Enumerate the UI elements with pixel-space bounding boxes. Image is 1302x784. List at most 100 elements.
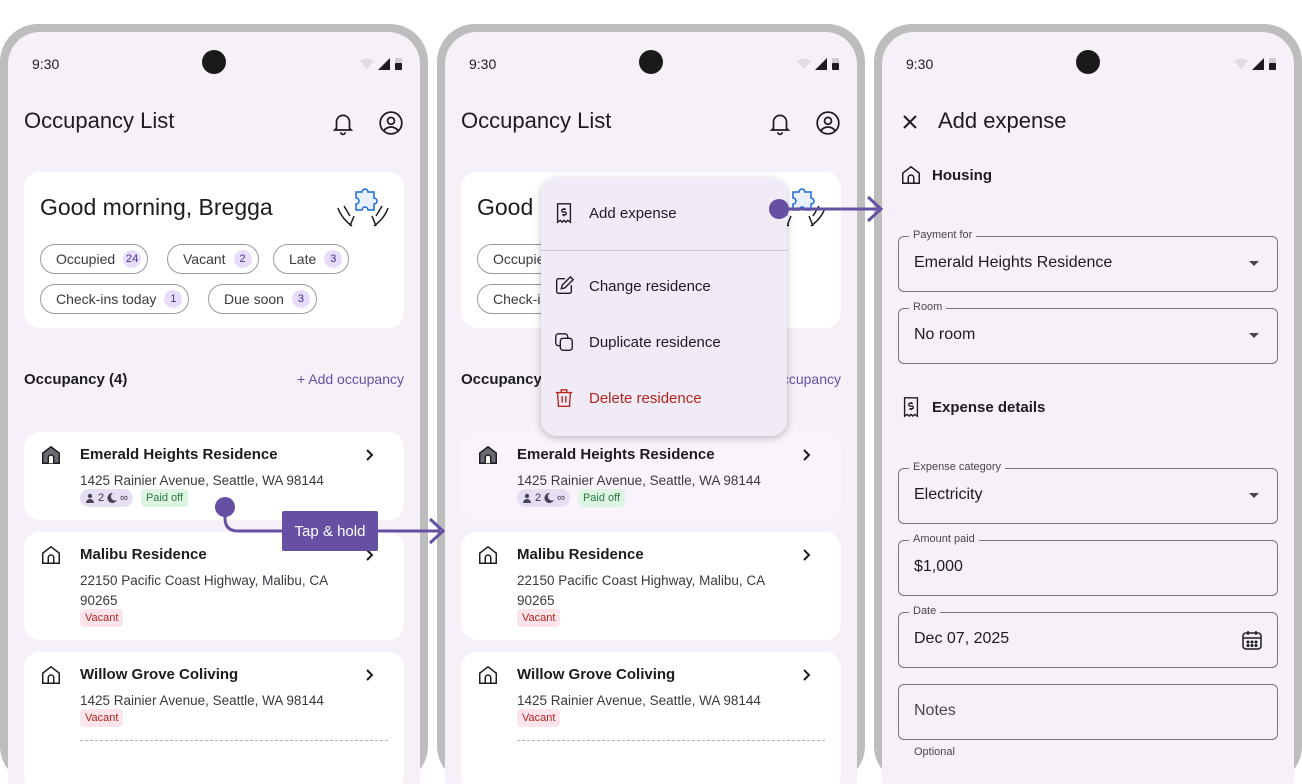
screen: 9:30 Occupancy List Good morning, Bregga… <box>8 32 420 784</box>
chip-label: Due soon <box>224 291 284 307</box>
house-icon <box>479 665 497 684</box>
status-badge: Vacant <box>80 709 124 727</box>
divider <box>517 740 825 741</box>
menu-item-duplicate-residence[interactable]: Duplicate residence <box>553 331 721 353</box>
residence-address: 1425 Rainier Avenue, Seattle, WA 98144 <box>517 473 761 488</box>
occupant-count: 2 <box>98 492 105 504</box>
chip-count: 3 <box>291 290 310 308</box>
residence-address: 22150 Pacific Coast Highway, Malibu, CA … <box>80 573 328 608</box>
chip-label: Occupied <box>56 251 116 267</box>
gesture-label: Tap & hold <box>282 511 378 551</box>
residence-name: Emerald Heights Residence <box>517 446 715 463</box>
calendar-icon[interactable] <box>1241 629 1263 651</box>
phone-context-menu: 9:30 Occupancy List Good morning, Bregga… <box>437 24 865 784</box>
bell-icon[interactable] <box>330 110 356 136</box>
occupant-badge: 2 ∞ <box>517 489 570 507</box>
field-placeholder: Notes <box>914 702 956 719</box>
chevron-right-icon <box>803 549 811 561</box>
status-bar: 9:30 <box>8 32 420 96</box>
house-icon <box>42 545 60 564</box>
date-input[interactable]: Date Dec 07, 2025 <box>898 605 1278 668</box>
nights-count: ∞ <box>120 492 128 504</box>
status-icons <box>797 58 839 70</box>
field-value: Emerald Heights Residence <box>914 254 1113 271</box>
residence-card-willow[interactable]: Willow Grove Coliving 1425 Rainier Avenu… <box>461 652 841 784</box>
puzzle-hands-illustration <box>337 188 389 227</box>
menu-item-label: Delete residence <box>589 389 702 407</box>
occupant-count: 2 <box>535 492 542 504</box>
residence-name: Willow Grove Coliving <box>517 666 676 683</box>
menu-item-delete-residence[interactable]: Delete residence <box>553 387 702 409</box>
residence-address: 1425 Rainier Avenue, Seattle, WA 98144 <box>517 693 761 708</box>
notes-input[interactable]: Notes <box>898 684 1278 740</box>
house-icon <box>42 445 60 464</box>
residence-tags: Vacant <box>517 709 561 727</box>
chip-late[interactable]: Late 3 <box>273 244 350 274</box>
chevron-right-icon <box>366 669 374 681</box>
residence-name: Malibu Residence <box>517 546 644 563</box>
menu-item-label: Duplicate residence <box>589 333 721 351</box>
house-icon <box>42 665 60 684</box>
field-value: $1,000 <box>914 558 963 575</box>
moon-icon <box>544 493 555 503</box>
residence-tags: Vacant <box>80 709 124 727</box>
account-icon[interactable] <box>378 110 404 136</box>
residence-tags: Vacant <box>80 609 124 627</box>
chip-occupied[interactable]: Occupied 24 <box>40 244 149 274</box>
residence-card-malibu[interactable]: Malibu Residence 22150 Pacific Coast Hig… <box>461 532 841 640</box>
chip-vacant[interactable]: Vacant 2 <box>167 244 259 274</box>
nights-count: ∞ <box>557 492 565 504</box>
expense-category-select[interactable]: Expense category Electricity <box>898 461 1278 524</box>
person-icon <box>523 493 531 503</box>
residence-card-emerald[interactable]: Emerald Heights Residence 1425 Rainier A… <box>24 432 404 520</box>
receipt-icon <box>903 397 919 418</box>
copy-icon <box>555 333 573 351</box>
add-occupancy-link[interactable]: + Add occupancy <box>297 371 404 387</box>
menu-item-label: Change residence <box>589 277 711 295</box>
section-label: Expense details <box>932 398 1046 416</box>
menu-item-add-expense[interactable]: Add expense <box>553 202 677 224</box>
bell-icon[interactable] <box>767 110 793 136</box>
chevron-right-icon <box>803 669 811 681</box>
chip-count: 24 <box>123 250 142 268</box>
room-select[interactable]: Room No room <box>898 301 1278 364</box>
section-housing: Housing <box>900 164 992 186</box>
field-label: Room <box>909 301 947 313</box>
chip-check-ins-today[interactable]: Check-ins today 1 <box>40 284 190 314</box>
status-icons <box>360 58 402 70</box>
status-icons <box>1234 58 1276 70</box>
residence-address: 22150 Pacific Coast Highway, Malibu, CA … <box>517 573 765 608</box>
dropdown-arrow-icon <box>1249 493 1259 498</box>
field-value: Dec 07, 2025 <box>914 630 1010 647</box>
section-expense-details: Expense details <box>900 396 1045 418</box>
house-icon <box>479 445 497 464</box>
account-icon[interactable] <box>815 110 841 136</box>
residence-address: 1425 Rainier Avenue, Seattle, WA 98144 <box>80 473 324 488</box>
greeting-text: Good morning, Bregga <box>40 194 273 220</box>
page-title: Add expense <box>938 108 1067 133</box>
menu-item-change-residence[interactable]: Change residence <box>553 275 711 297</box>
residence-address: 1425 Rainier Avenue, Seattle, WA 98144 <box>80 693 324 708</box>
payment-for-select[interactable]: Payment for Emerald Heights Residence <box>898 229 1278 292</box>
person-icon <box>86 493 94 503</box>
residence-card-willow[interactable]: Willow Grove Coliving 1425 Rainier Avenu… <box>24 652 404 784</box>
chevron-right-icon <box>366 449 374 461</box>
field-label: Amount paid <box>909 533 979 545</box>
chip-count: 3 <box>324 250 343 268</box>
field-label: Expense category <box>909 461 1006 473</box>
divider <box>80 740 388 741</box>
residence-card-emerald[interactable]: Emerald Heights Residence 1425 Rainier A… <box>461 432 841 520</box>
trash-icon <box>555 389 573 407</box>
greeting-card: Good morning, Bregga Occupied24 Vacant2 … <box>24 172 404 328</box>
phone-add-expense: 9:30 Add expense Housing Payment for Eme… <box>874 24 1302 784</box>
close-icon[interactable] <box>900 112 920 132</box>
status-time: 9:30 <box>906 56 934 72</box>
page-title: Occupancy List <box>24 108 175 133</box>
chip-label: Vacant <box>183 251 226 267</box>
amount-paid-input[interactable]: Amount paid $1,000 <box>898 533 1278 596</box>
residence-name: Emerald Heights Residence <box>80 446 278 463</box>
status-bar: 9:30 <box>882 32 1294 96</box>
occupant-badge: 2 ∞ <box>80 489 133 507</box>
chip-due-soon[interactable]: Due soon 3 <box>208 284 317 314</box>
screen: 9:30 Occupancy List Good morning, Bregga… <box>445 32 857 784</box>
